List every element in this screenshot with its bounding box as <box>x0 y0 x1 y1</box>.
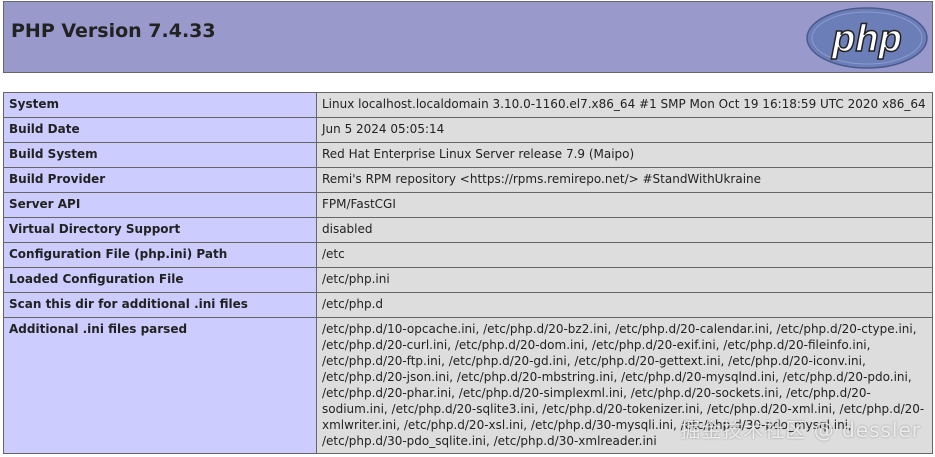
php-logo[interactable]: php <box>805 7 929 69</box>
row-label: Loaded Configuration File <box>3 267 317 293</box>
row-value: /etc/php.ini <box>316 267 933 293</box>
php-logo-text: php <box>831 18 902 60</box>
row-value: /etc/php.d <box>316 292 933 318</box>
table-row: Build Provider Remi's RPM repository <ht… <box>3 167 933 193</box>
row-value: /etc <box>316 242 933 268</box>
table-row: Scan this dir for additional .ini files … <box>3 292 933 318</box>
row-label: Build Date <box>3 117 317 143</box>
page-title: PHP Version 7.4.33 <box>11 20 216 42</box>
php-header: PHP Version 7.4.33 php <box>3 1 933 73</box>
info-table: System Linux localhost.localdomain 3.10.… <box>3 92 933 454</box>
row-label: Build System <box>3 142 317 168</box>
watermark: 掘金技术社区 @ dessler <box>680 418 921 442</box>
phpinfo-page: PHP Version 7.4.33 php System Linux loca… <box>0 0 935 457</box>
row-value: disabled <box>316 217 933 243</box>
table-row: Build Date Jun 5 2024 05:05:14 <box>3 117 933 143</box>
row-value: Red Hat Enterprise Linux Server release … <box>316 142 933 168</box>
row-label: System <box>3 92 317 118</box>
row-label: Scan this dir for additional .ini files <box>3 292 317 318</box>
table-row: Configuration File (php.ini) Path /etc <box>3 242 933 268</box>
table-row: System Linux localhost.localdomain 3.10.… <box>3 92 933 118</box>
row-label: Virtual Directory Support <box>3 217 317 243</box>
table-row: Virtual Directory Support disabled <box>3 217 933 243</box>
row-label: Additional .ini files parsed <box>3 317 317 454</box>
row-value: Jun 5 2024 05:05:14 <box>316 117 933 143</box>
table-row: Server API FPM/FastCGI <box>3 192 933 218</box>
row-label: Build Provider <box>3 167 317 193</box>
row-label: Configuration File (php.ini) Path <box>3 242 317 268</box>
row-value: FPM/FastCGI <box>316 192 933 218</box>
table-row: Build System Red Hat Enterprise Linux Se… <box>3 142 933 168</box>
row-value: Remi's RPM repository <https://rpms.remi… <box>316 167 933 193</box>
row-value: Linux localhost.localdomain 3.10.0-1160.… <box>316 92 933 118</box>
table-row: Loaded Configuration File /etc/php.ini <box>3 267 933 293</box>
row-label: Server API <box>3 192 317 218</box>
